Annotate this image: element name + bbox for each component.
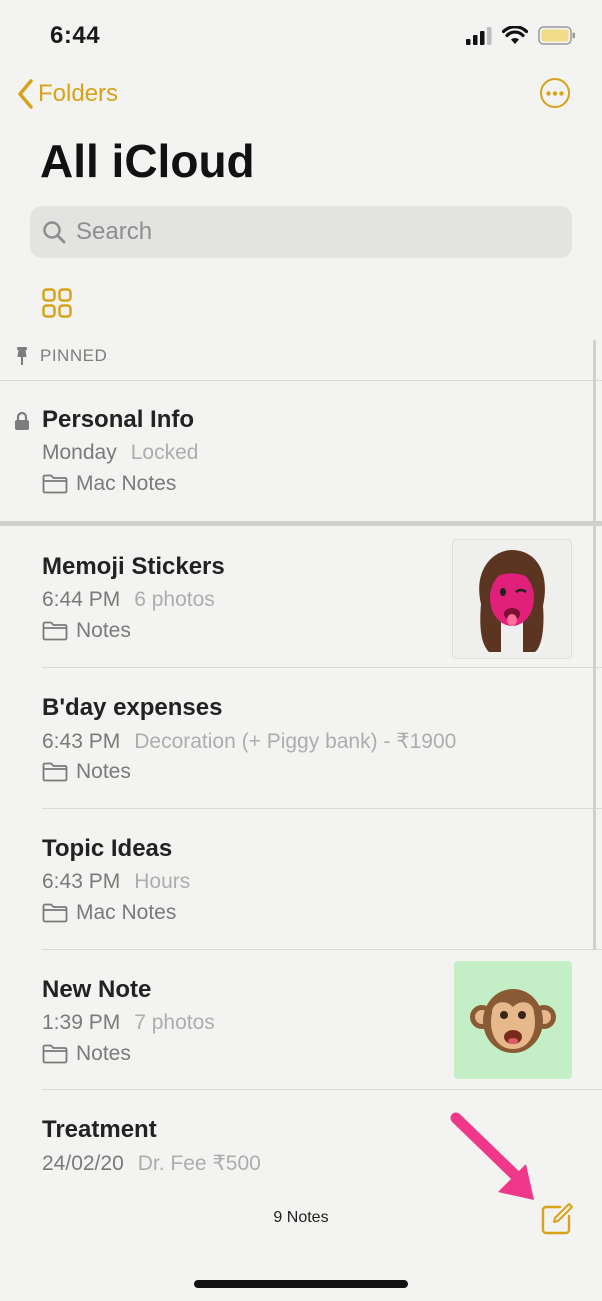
folder-icon [42, 762, 68, 782]
note-title: Memoji Stickers [42, 553, 225, 580]
ellipsis-icon [546, 90, 564, 96]
note-folder-name: Mac Notes [76, 472, 177, 495]
lock-icon [15, 411, 29, 430]
note-meta: Monday Locked [42, 441, 198, 465]
pinned-label: PINNED [40, 346, 108, 365]
note-preview: Hours [134, 870, 191, 893]
compose-icon [541, 1203, 573, 1235]
home-indicator[interactable] [194, 1280, 408, 1288]
note-folder: Mac Notes [42, 472, 176, 496]
note-folder-name: Notes [76, 760, 131, 783]
folder-icon [42, 474, 68, 494]
gallery-view-button[interactable] [42, 288, 72, 323]
chevron-left-icon [18, 79, 33, 109]
monkey-thumbnail [454, 961, 572, 1079]
memoji-thumbnail [452, 539, 572, 659]
folder-icon [42, 621, 68, 641]
note-title: Treatment [42, 1116, 157, 1143]
note-title: Topic Ideas [42, 835, 173, 862]
note-date: 6:44 PM [42, 588, 121, 611]
note-preview: Decoration (+ Piggy bank) - ₹1900 [134, 730, 457, 753]
note-meta: 6:43 PM Decoration (+ Piggy bank) - ₹1900 [42, 729, 456, 754]
note-title: B'day expenses [42, 694, 223, 721]
note-folder: Mac Notes [42, 901, 176, 925]
note-date: Monday [42, 441, 117, 464]
note-item-memoji-stickers[interactable]: Memoji Stickers 6:44 PM 6 photos Notes [0, 526, 602, 667]
folder-icon [42, 1044, 68, 1064]
search-icon [43, 221, 66, 244]
wifi-icon [502, 26, 528, 44]
pin-icon [17, 347, 27, 365]
folder-icon [42, 903, 68, 923]
note-item-personal-info[interactable]: Personal Info Monday Locked Mac Notes [0, 381, 602, 521]
page-title: All iCloud [40, 135, 255, 187]
battery-icon [538, 26, 575, 45]
note-folder: Notes [42, 1042, 131, 1066]
note-folder-name: Mac Notes [76, 901, 177, 924]
note-preview: 7 photos [134, 1011, 215, 1034]
cellular-signal-icon [466, 26, 492, 45]
back-button-label: Folders [38, 80, 119, 107]
grid-icon [42, 288, 72, 318]
note-meta: 6:43 PM Hours [42, 870, 190, 894]
note-item-topic-ideas[interactable]: Topic Ideas 6:43 PM Hours Mac Notes [0, 809, 602, 949]
search-bar[interactable] [30, 206, 572, 258]
note-folder-name: Notes [76, 619, 131, 642]
note-preview: Locked [130, 441, 199, 464]
note-meta: 24/02/20 Dr. Fee ₹500 [42, 1151, 261, 1176]
note-folder: Notes [42, 619, 131, 643]
note-folder-name: Notes [76, 1042, 131, 1065]
search-input[interactable] [74, 217, 538, 247]
notes-count: 9 Notes [273, 1209, 329, 1226]
note-title: Personal Info [42, 406, 195, 433]
note-date: 24/02/20 [42, 1152, 124, 1175]
note-preview: Dr. Fee ₹500 [137, 1152, 261, 1175]
note-date: 6:43 PM [42, 730, 121, 753]
monkey-memoji-image [470, 989, 556, 1053]
back-button[interactable]: Folders [16, 78, 118, 110]
scrollbar[interactable] [593, 340, 596, 950]
note-item-bday-expenses[interactable]: B'day expenses 6:43 PM Decoration (+ Pigg… [0, 668, 602, 808]
note-meta: 6:44 PM 6 photos [42, 588, 215, 612]
note-folder: Notes [42, 760, 131, 784]
status-icons [466, 26, 576, 45]
annotation-arrow-icon [450, 1112, 534, 1200]
note-meta: 1:39 PM 7 photos [42, 1011, 215, 1035]
note-date: 1:39 PM [42, 1011, 121, 1034]
note-date: 6:43 PM [42, 870, 121, 893]
memoji-sticker-image [479, 550, 545, 652]
note-preview: 6 photos [134, 588, 215, 611]
compose-button[interactable] [540, 1202, 574, 1241]
status-time: 6:44 [50, 22, 101, 49]
note-item-new-note[interactable]: New Note 1:39 PM 7 photos Notes [0, 950, 602, 1089]
pinned-header: PINNED [14, 346, 107, 366]
more-options-button[interactable] [540, 78, 570, 108]
note-title: New Note [42, 976, 152, 1003]
